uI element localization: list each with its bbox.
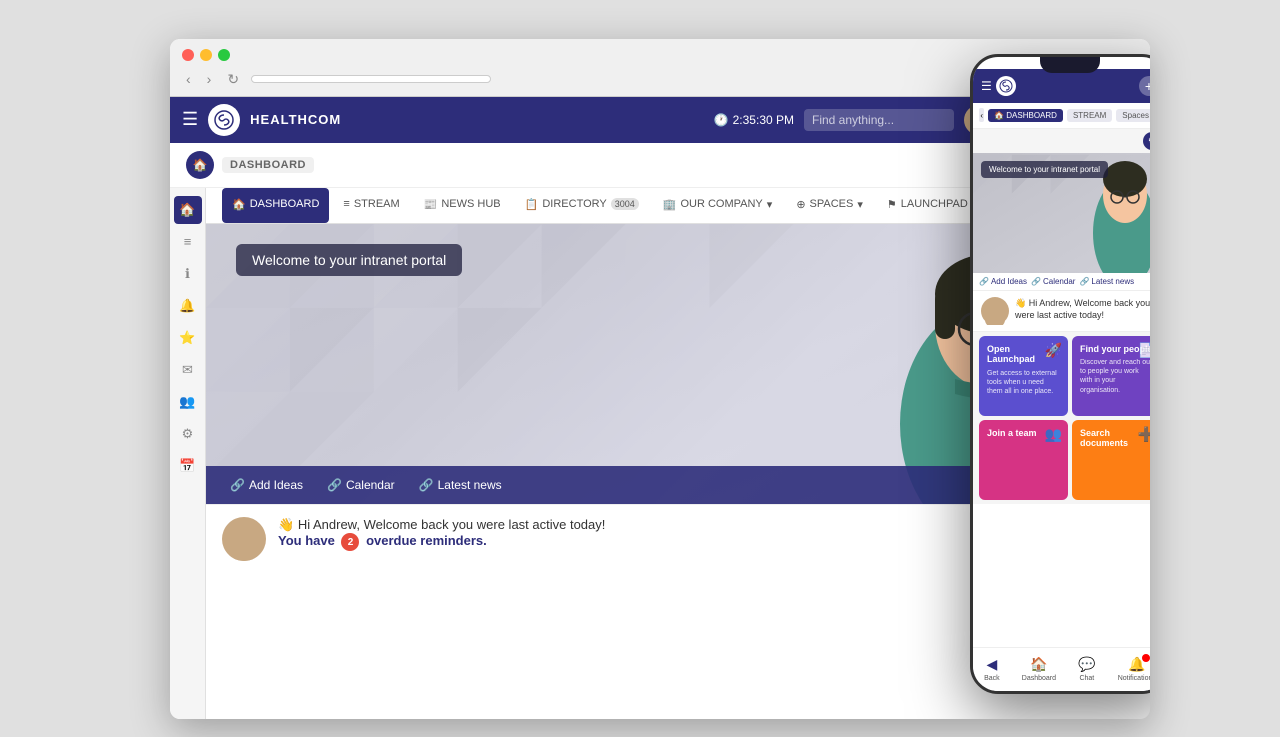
- url-bar[interactable]: [251, 75, 491, 83]
- phone-bottom-bar: ◀ Back 🏠 Dashboard 💬 Chat 🔔: [973, 647, 1150, 691]
- phone-user-avatar: [981, 297, 1009, 325]
- phone-tiles: 🚀 Open Launchpad Get access to external …: [973, 332, 1150, 504]
- nav-item-spaces[interactable]: ⊕ SPACES ▾: [786, 188, 873, 223]
- sidebar-icon-star[interactable]: ⭐: [174, 324, 202, 352]
- back-button[interactable]: ‹: [182, 69, 195, 89]
- sidebar-icon-mail[interactable]: ✉: [174, 356, 202, 384]
- phone-plus-button[interactable]: +: [1139, 76, 1150, 96]
- phone-tile-launchpad[interactable]: 🚀 Open Launchpad Get access to external …: [979, 336, 1068, 416]
- phone-calendar-link[interactable]: 🔗 Calendar: [1031, 277, 1075, 286]
- sidebar-icon-calendar[interactable]: 📅: [174, 452, 202, 480]
- app-logo: [208, 104, 240, 136]
- phone-logo: [996, 76, 1016, 96]
- sidebar-icon-info[interactable]: ℹ: [174, 260, 202, 288]
- hamburger-icon[interactable]: ☰: [182, 109, 198, 130]
- sidebar-icon-people[interactable]: 👥: [174, 388, 202, 416]
- phone-screen: ☰ + ‹ 🏠 DASHBOARD STREAM: [973, 57, 1150, 691]
- sidebar-icon-settings[interactable]: ⚙: [174, 420, 202, 448]
- overdue-count-badge: 2: [341, 533, 359, 551]
- back-bottom-icon: ◀: [986, 656, 997, 673]
- launchpad-tile-desc: Get access to external tools when u need…: [987, 369, 1060, 396]
- phone-quick-links: 🔗 Add Ideas 🔗 Calendar 🔗 Latest news: [973, 273, 1150, 291]
- latest-news-button[interactable]: 🔗 Latest news: [411, 474, 510, 496]
- phone-add-ideas-link[interactable]: 🔗 Add Ideas: [979, 277, 1027, 286]
- nav-item-dashboard[interactable]: 🏠 DASHBOARD: [222, 188, 329, 223]
- phone-back-button[interactable]: ◀ Back: [984, 656, 1000, 682]
- phone-notif-badge: 🔔: [1128, 656, 1145, 673]
- calendar-button[interactable]: 🔗 Calendar: [319, 474, 403, 496]
- nav-item-ourcompany[interactable]: 🏢 OUR COMPANY ▾: [653, 188, 783, 223]
- dashboard-bottom-icon: 🏠: [1030, 656, 1047, 673]
- breadcrumb-home-icon[interactable]: 🏠: [186, 151, 214, 179]
- sidebar-icon-list[interactable]: ≡: [174, 228, 202, 256]
- jointeam-tile-icon: 👥: [1045, 426, 1062, 443]
- phone-hero-badge: Welcome to your intranet portal: [981, 161, 1108, 178]
- phone-tile-findpeople[interactable]: 📄 Find your people Discover and reach ou…: [1072, 336, 1150, 416]
- phone-tile-searchdocs[interactable]: ➕ Search documents: [1072, 420, 1150, 500]
- phone-hamburger-icon[interactable]: ☰: [981, 79, 992, 93]
- nav-item-launchpad[interactable]: ⚑ LAUNCHPAD: [877, 188, 978, 223]
- phone-gear-button[interactable]: ⚙: [1143, 132, 1150, 150]
- sidebar-icon-home[interactable]: 🏠: [174, 196, 202, 224]
- nav-item-newshub[interactable]: 📰 NEWS HUB: [414, 188, 511, 223]
- phone-header: ☰ +: [973, 69, 1150, 103]
- overdue-reminders: You have 2 overdue reminders.: [278, 533, 605, 552]
- nav-item-directory[interactable]: 📋 DIRECTORY 3004: [515, 188, 649, 223]
- minimize-dot[interactable]: [200, 49, 212, 61]
- phone-welcome-text: 👋 Hi Andrew, Welcome back you were last …: [1015, 297, 1150, 322]
- phone-notifications-button[interactable]: 🔔 Notifications: [1118, 656, 1150, 682]
- phone-welcome: 👋 Hi Andrew, Welcome back you were last …: [973, 291, 1150, 332]
- nav-item-stream[interactable]: ≡ STREAM: [333, 188, 409, 223]
- hero-welcome-badge: Welcome to your intranet portal: [236, 244, 462, 276]
- chat-bottom-icon: 💬: [1078, 656, 1095, 673]
- phone-nav-dashboard[interactable]: 🏠 DASHBOARD: [988, 109, 1063, 122]
- phone-hero: Welcome to your intranet portal: [973, 153, 1150, 273]
- phone-back-nav[interactable]: ‹: [979, 108, 984, 122]
- findpeople-tile-desc: Discover and reach out to people you wor…: [1080, 358, 1150, 394]
- phone-dashboard-button[interactable]: 🏠 Dashboard: [1022, 656, 1056, 682]
- mobile-phone: ☰ + ‹ 🏠 DASHBOARD STREAM: [970, 54, 1150, 694]
- sidebar-icon-bell[interactable]: 🔔: [174, 292, 202, 320]
- phone-notch: [1040, 57, 1100, 73]
- left-sidebar: 🏠 ≡ ℹ 🔔 ⭐ ✉ 👥 ⚙ 📅: [170, 188, 206, 719]
- forward-button[interactable]: ›: [203, 69, 216, 89]
- phone-chat-button[interactable]: 💬 Chat: [1078, 656, 1095, 682]
- breadcrumb-label: DASHBOARD: [222, 157, 314, 173]
- directory-badge: 3004: [611, 198, 639, 210]
- phone-settings-area: ⚙: [973, 129, 1150, 153]
- searchdocs-tile-icon: ➕: [1138, 426, 1150, 443]
- refresh-button[interactable]: ↻: [223, 69, 243, 90]
- launchpad-tile-icon: 🚀: [1045, 342, 1062, 359]
- phone-nav-spaces[interactable]: Spaces ▾: [1116, 109, 1150, 122]
- phone-tile-jointeam[interactable]: 👥 Join a team: [979, 420, 1068, 500]
- notifications-bottom-icon: 🔔: [1128, 656, 1145, 672]
- findpeople-tile-icon: 📄: [1138, 342, 1150, 359]
- phone-latest-news-link[interactable]: 🔗 Latest news: [1079, 277, 1134, 286]
- phone-nav-stream[interactable]: STREAM: [1067, 109, 1112, 122]
- add-ideas-button[interactable]: 🔗 Add Ideas: [222, 474, 311, 496]
- header-time: 🕐 2:35:30 PM: [714, 113, 794, 127]
- browser-window: ‹ › ↻ ☰ HEALTHCOM 🕐 2:35:30 PM: [170, 39, 1150, 719]
- phone-nav: ‹ 🏠 DASHBOARD STREAM Spaces ▾: [973, 103, 1150, 129]
- welcome-greeting: 👋 Hi Andrew, Welcome back you were last …: [278, 517, 605, 533]
- welcome-user-avatar: [222, 517, 266, 561]
- fullscreen-dot[interactable]: [218, 49, 230, 61]
- app-name-label: HEALTHCOM: [250, 112, 341, 127]
- close-dot[interactable]: [182, 49, 194, 61]
- global-search-input[interactable]: [804, 109, 954, 131]
